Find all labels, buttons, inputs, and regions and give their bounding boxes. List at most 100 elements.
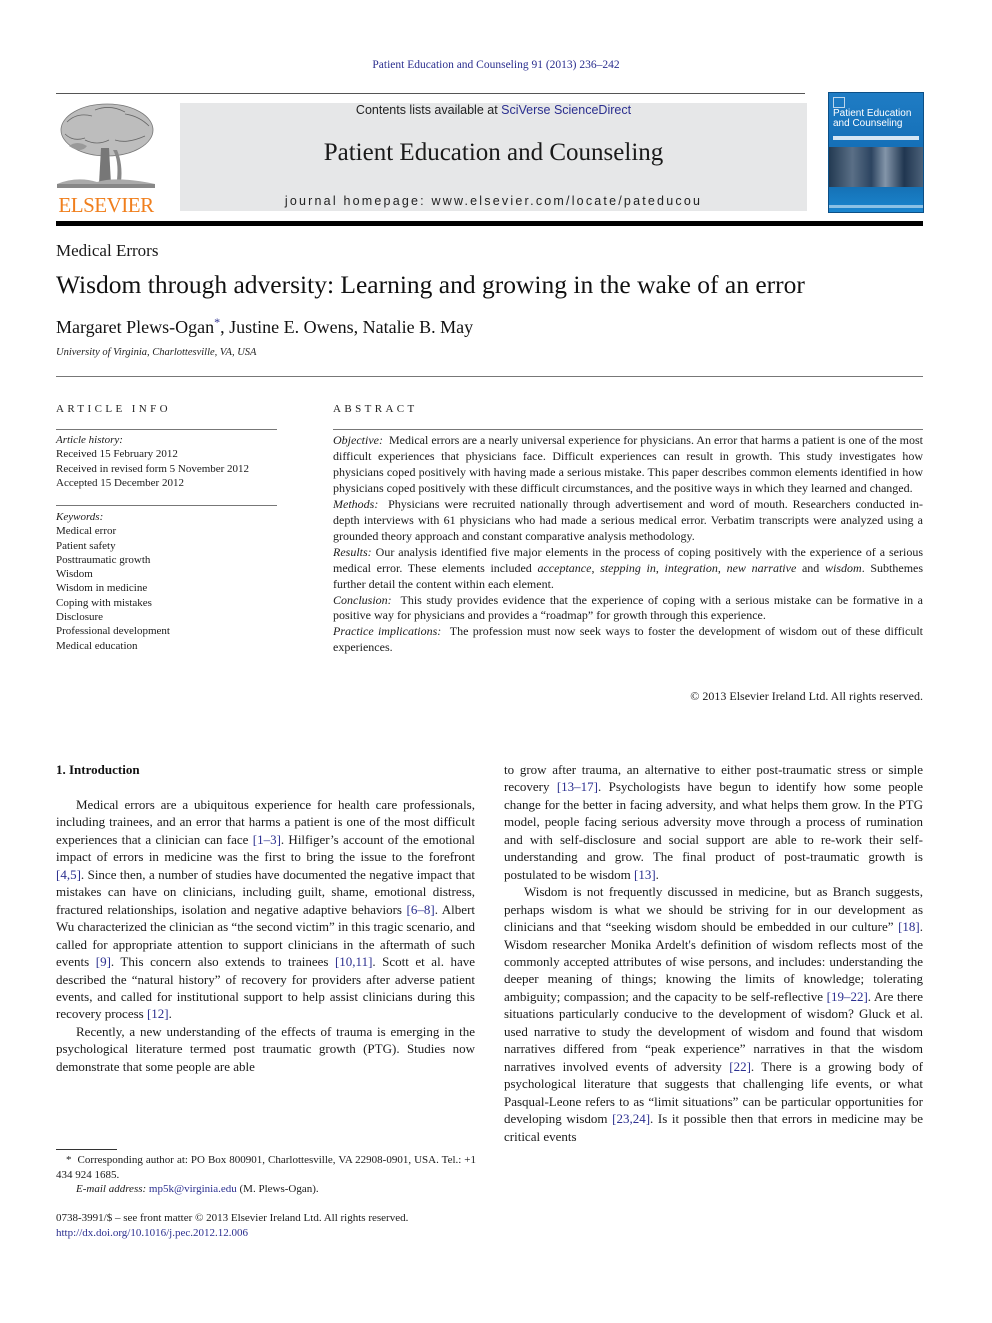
objective-text: Medical errors are a nearly universal ex… [333, 433, 923, 495]
conclusion-text: This study provides evidence that the ex… [333, 592, 923, 623]
body-text: Wisdom is not frequently discussed in me… [504, 884, 923, 935]
article-history-label: Article history: [56, 434, 123, 446]
paragraph: Recently, a new understanding of the eff… [56, 1023, 475, 1075]
methods-label: Methods: [333, 496, 379, 511]
left-column: Medical errors are a ubiquitous experien… [56, 796, 475, 1075]
author-name[interactable]: Natalie B. May [363, 317, 473, 337]
citation-link[interactable]: [13] [634, 867, 656, 882]
citation-link[interactable]: [10,11] [335, 954, 372, 969]
affiliation: University of Virginia, Charlottesville,… [56, 347, 257, 358]
body-text: Recently, a new understanding of the eff… [56, 1023, 475, 1074]
running-head[interactable]: Patient Education and Counseling 91 (201… [0, 59, 992, 71]
history-revised: Received in revised form 5 November 2012 [56, 462, 250, 475]
citation-link[interactable]: [13–17] [557, 779, 598, 794]
citation-link[interactable]: [1–3] [253, 832, 281, 847]
abstract-objective: Objective: Medical errors are a nearly u… [333, 433, 923, 497]
corresponding-text: Corresponding author at: PO Box 800901, … [56, 1154, 477, 1181]
results-element: acceptance [537, 560, 592, 575]
elsevier-wordmark: ELSEVIER [58, 193, 154, 217]
citation-link[interactable]: [6–8] [407, 902, 435, 917]
front-matter: 0738-3991/$ – see front matter © 2013 El… [56, 1211, 476, 1240]
author-name[interactable]: Justine E. Owens [229, 317, 354, 337]
sciencedirect-link[interactable]: SciVerse ScienceDirect [501, 103, 631, 117]
header-rule [56, 93, 805, 94]
author-separator: , [353, 317, 363, 337]
article-section: Medical Errors [56, 241, 159, 260]
cover-title: Patient Education and Counseling [833, 109, 921, 129]
cover-footer [829, 205, 923, 208]
abstract-rule [333, 429, 923, 430]
history-accepted: Accepted 15 December 2012 [56, 476, 184, 489]
results-separator: , [655, 560, 665, 575]
email-link[interactable]: mp5k@virginia.edu [149, 1183, 237, 1195]
abstract-practice: Practice implications: The profession mu… [333, 624, 923, 656]
section-heading-introduction: 1. Introduction [56, 762, 140, 777]
paragraph: Wisdom is not frequently discussed in me… [504, 883, 923, 1145]
results-separator: , [591, 560, 601, 575]
author-separator: , [220, 317, 230, 337]
citation-link[interactable]: [18] [898, 919, 920, 934]
author-list: Margaret Plews-Ogan*, Justine E. Owens, … [56, 315, 473, 338]
paragraph: Medical errors are a ubiquitous experien… [56, 796, 475, 1023]
right-column: to grow after trauma, an alternative to … [504, 761, 923, 1145]
practice-label: Practice implications: [333, 624, 442, 639]
keywords-label: Keywords: [56, 511, 104, 523]
body-text: . Psychologists have begun to identify h… [504, 779, 924, 882]
article-title: Wisdom through adversity: Learning and g… [56, 270, 805, 299]
citation-link[interactable]: [12] [147, 1006, 169, 1021]
results-separator: and [796, 560, 825, 575]
footnote-rule [56, 1149, 117, 1150]
history-received: Received 15 February 2012 [56, 448, 178, 461]
abstract-body: Objective: Medical errors are a nearly u… [333, 433, 923, 656]
paragraph: to grow after trauma, an alternative to … [504, 761, 923, 883]
corresponding-author-note: * Corresponding author at: PO Box 800901… [56, 1153, 476, 1182]
front-matter-text: 0738-3991/$ – see front matter © 2013 El… [56, 1212, 409, 1224]
citation-link[interactable]: [9] [96, 954, 111, 969]
keyword-item: Coping with mistakes [56, 596, 152, 609]
keyword-item: Wisdom in medicine [56, 582, 148, 595]
citation-link[interactable]: [22] [729, 1059, 751, 1074]
journal-homepage[interactable]: journal homepage: www.elsevier.com/locat… [180, 194, 807, 208]
journal-title: Patient Education and Counseling [323, 139, 664, 166]
email-suffix: (M. Plews-Ogan). [236, 1183, 319, 1195]
keywords: Keywords: Medical error Patient safety P… [56, 510, 276, 653]
cover-photos [829, 147, 923, 187]
conclusion-label: Conclusion: [333, 592, 392, 607]
abstract-methods: Methods: Physicians were recruited natio… [333, 497, 923, 545]
results-element: wisdom [825, 560, 862, 575]
results-element: new narrative [726, 560, 797, 575]
body-text: . This concern also extends to trainees [110, 954, 335, 970]
keyword-item: Posttraumatic growth [56, 553, 151, 566]
keyword-item: Disclosure [56, 611, 104, 624]
results-separator: , [717, 560, 727, 575]
header-thick-rule [56, 221, 923, 226]
footnote-marker: * [66, 1154, 72, 1166]
citation-link[interactable]: [4,5] [56, 867, 81, 882]
author-name[interactable]: Margaret Plews-Ogan [56, 317, 214, 337]
contents-prefix: Contents lists available at [355, 103, 502, 117]
citation-link[interactable]: [23,24] [612, 1111, 650, 1126]
cover-title-line2: and Counseling [833, 118, 903, 129]
cover-logo-icon [833, 97, 845, 108]
email-line: E-mail address: mp5k@virginia.edu (M. Pl… [56, 1182, 476, 1197]
elsevier-tree-icon [57, 103, 155, 188]
citation-link[interactable]: [19–22] [827, 989, 868, 1004]
contents-line: Contents lists available at SciVerse Sci… [180, 103, 807, 117]
body-text: . [168, 1006, 172, 1022]
doi-link[interactable]: http://dx.doi.org/10.1016/j.pec.2012.12.… [56, 1226, 476, 1241]
keyword-item: Medical education [56, 639, 138, 652]
abstract-heading: ABSTRACT [333, 403, 418, 415]
article-info-heading: ARTICLE INFO [56, 403, 171, 415]
title-rule [56, 376, 923, 377]
abstract-results: Results: Our analysis identified five ma… [333, 545, 923, 593]
corresponding-author-footnote: * Corresponding author at: PO Box 800901… [56, 1153, 476, 1197]
results-element: integration [664, 560, 718, 575]
keywords-rule [56, 505, 277, 506]
abstract-conclusion: Conclusion: This study provides evidence… [333, 593, 923, 625]
journal-cover-image[interactable]: Patient Education and Counseling [828, 92, 924, 213]
keyword-item: Professional development [56, 625, 170, 638]
keyword-item: Wisdom [56, 568, 93, 581]
keyword-item: Medical error [56, 525, 117, 538]
abstract-copyright: © 2013 Elsevier Ireland Ltd. All rights … [690, 689, 923, 703]
objective-label: Objective: [333, 433, 383, 447]
